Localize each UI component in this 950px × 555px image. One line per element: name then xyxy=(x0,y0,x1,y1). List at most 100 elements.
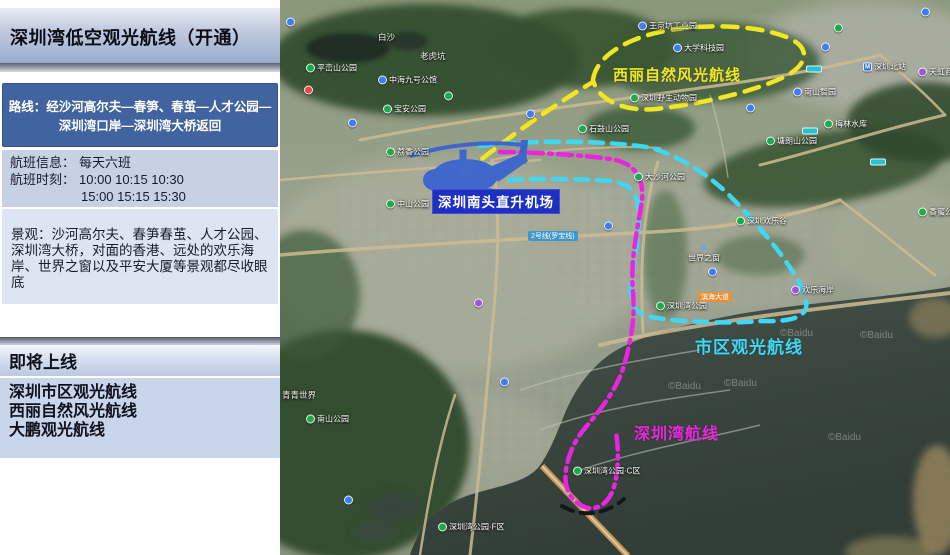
map-pin[interactable] xyxy=(500,378,509,387)
blue-pin-icon xyxy=(378,76,387,85)
panel-title-band: 深圳湾低空观光航线（开通） xyxy=(0,8,280,65)
map-place-label: 老虎坑 xyxy=(420,50,446,62)
map-pin[interactable]: 天虹商场 xyxy=(918,67,950,78)
blue-pin-icon xyxy=(286,18,295,27)
map-pin[interactable] xyxy=(286,18,295,27)
green-pin-icon xyxy=(656,302,665,311)
map-pin[interactable] xyxy=(604,222,613,231)
divider xyxy=(0,63,280,72)
map-view: 平峦山公园白沙老虎坑中海九号公馆宝安公园荔香公园中山公园王京坑工业园大学科技园深… xyxy=(280,0,950,555)
map-pin[interactable]: 欢乐海岸 xyxy=(791,285,834,296)
road-label: 2号线(罗宝线) xyxy=(528,231,578,241)
map-place-label: 石鼓山公园 xyxy=(589,124,629,135)
route-line-1: 路线：经沙河高尔夫—春笋、春茧—人才公园— xyxy=(3,98,277,117)
map-pin[interactable] xyxy=(344,496,353,505)
green-pin-icon xyxy=(386,148,395,157)
map-place-label: 滨海大道 xyxy=(701,292,729,302)
map-pin[interactable] xyxy=(474,299,483,308)
map-place-label: 中山公园 xyxy=(397,199,429,210)
route-description-box: 路线：经沙河高尔夫—春笋、春茧—人才公园— 深圳湾口岸—深圳湾大桥返回 xyxy=(2,83,278,147)
blue-pin-icon xyxy=(604,222,613,231)
blue-pin-icon xyxy=(638,22,647,31)
road-label: 滨海大道 xyxy=(698,292,732,302)
map-pin[interactable]: 香蜜公园 xyxy=(918,207,950,218)
green-pin-icon xyxy=(834,24,843,33)
map-pin[interactable]: 南山智园 xyxy=(793,87,836,98)
blue-pin-icon xyxy=(821,43,830,52)
map-pin[interactable]: 石鼓山公园 xyxy=(578,124,629,135)
map-place-label: 深圳湾公园 xyxy=(667,301,707,312)
map-pin[interactable] xyxy=(304,86,313,95)
map-pin[interactable] xyxy=(746,104,755,113)
map-place-label: 深圳欢乐谷 xyxy=(747,216,787,227)
map-place-label: 深圳湾公园·C区 xyxy=(584,466,640,477)
flight-info-box: 航班信息：每天六班 航班时刻：10:00 10:15 10:30 15:00 1… xyxy=(2,150,278,207)
road-label xyxy=(870,159,886,166)
map-pin[interactable] xyxy=(348,119,357,128)
baidu-watermark: ©Baidu xyxy=(668,381,701,392)
green-pin-icon xyxy=(383,105,392,114)
map-place-label: 香蜜公园 xyxy=(929,207,950,218)
purple-pin-icon xyxy=(791,286,800,295)
map-pin[interactable]: 大学科技园 xyxy=(673,43,724,54)
map-pin[interactable]: 中山公园 xyxy=(386,199,429,210)
map-pin[interactable] xyxy=(526,110,535,119)
road-label xyxy=(806,66,822,73)
green-pin-icon xyxy=(736,217,745,226)
baidu-watermark: ©Baidu xyxy=(780,328,813,339)
green-pin-icon xyxy=(766,137,775,146)
map-pin[interactable]: 梅林水库 xyxy=(824,119,867,130)
map-place-label: 2号线(罗宝线) xyxy=(531,231,575,241)
green-pin-icon xyxy=(573,467,582,476)
baidu-watermark: ©Baidu xyxy=(724,378,757,389)
map-pin[interactable] xyxy=(834,24,843,33)
green-pin-icon xyxy=(306,415,315,424)
map-pin[interactable] xyxy=(921,8,930,17)
map-place-label: 欢乐海岸 xyxy=(802,285,834,296)
slide: 深圳湾低空观光航线（开通） 路线：经沙河高尔夫—春笋、春茧—人才公园— 深圳湾口… xyxy=(0,0,950,555)
blue-pin-icon xyxy=(793,88,802,97)
map-pin[interactable]: 塘朗山公园 xyxy=(766,136,817,147)
red-pin-icon xyxy=(304,86,313,95)
flight-time-line1: 10:00 10:15 10:30 xyxy=(79,172,184,187)
map-pin[interactable]: 深圳湾公园 xyxy=(656,301,707,312)
purple-pin-icon xyxy=(474,299,483,308)
map-pin[interactable]: 宝安公园 xyxy=(383,104,426,115)
map-pin[interactable]: 荔香公园 xyxy=(386,147,429,158)
worldwindow-pin-icon: ▲ xyxy=(699,241,710,253)
map-pin[interactable]: 大沙河公园 xyxy=(634,172,685,183)
map-pin[interactable] xyxy=(708,268,717,277)
map-place-label: 天虹商场 xyxy=(929,67,950,78)
upcoming-routes-box: 深圳市区观光航线西丽自然风光航线大鹏观光航线 xyxy=(0,378,280,458)
map-pin[interactable]: 深圳欢乐谷 xyxy=(736,216,787,227)
blue-pin-icon xyxy=(673,44,682,53)
green-pin-icon xyxy=(824,120,833,129)
map-place-label: 南山智园 xyxy=(804,87,836,98)
map-pin[interactable]: 平峦山公园 xyxy=(306,63,357,74)
map-place-label: 深圳野生动物园 xyxy=(641,93,697,104)
info-panel: 深圳湾低空观光航线（开通） 路线：经沙河高尔夫—春笋、春茧—人才公园— 深圳湾口… xyxy=(0,0,280,555)
map-pin[interactable]: 南山公园 xyxy=(306,414,349,425)
upcoming-header: 即将上线 xyxy=(9,348,77,373)
map-pin[interactable]: 深圳野生动物园 xyxy=(630,93,697,104)
map-pin[interactable]: M深圳北站 xyxy=(863,62,906,73)
route-line-2: 深圳湾口岸—深圳湾大桥返回 xyxy=(3,117,277,136)
map-pin[interactable]: 深圳湾公园·F区 xyxy=(438,522,505,533)
flight-info-value: 每天六班 xyxy=(79,155,131,170)
map-place-label: 塘朗山公园 xyxy=(777,136,817,147)
map-pin[interactable] xyxy=(821,43,830,52)
map-pin[interactable]: 深圳湾公园·C区 xyxy=(573,466,640,477)
map-pin[interactable] xyxy=(444,92,453,101)
blue-pin-icon xyxy=(348,119,357,128)
map-pin[interactable]: ▲世界之窗 xyxy=(688,241,720,264)
map-pin[interactable]: 王京坑工业园 xyxy=(638,21,697,32)
upcoming-route-item: 大鹏观光航线 xyxy=(9,421,280,440)
purple-pin-icon xyxy=(918,68,927,77)
map-place-label: 平峦山公园 xyxy=(317,63,357,74)
map-pin[interactable]: 中海九号公馆 xyxy=(378,75,437,86)
blue-pin-icon xyxy=(746,104,755,113)
green-pin-icon xyxy=(386,200,395,209)
upcoming-route-item: 深圳市区观光航线 xyxy=(9,383,280,402)
green-pin-icon xyxy=(634,173,643,182)
flight-info-label: 航班信息： xyxy=(10,155,75,170)
